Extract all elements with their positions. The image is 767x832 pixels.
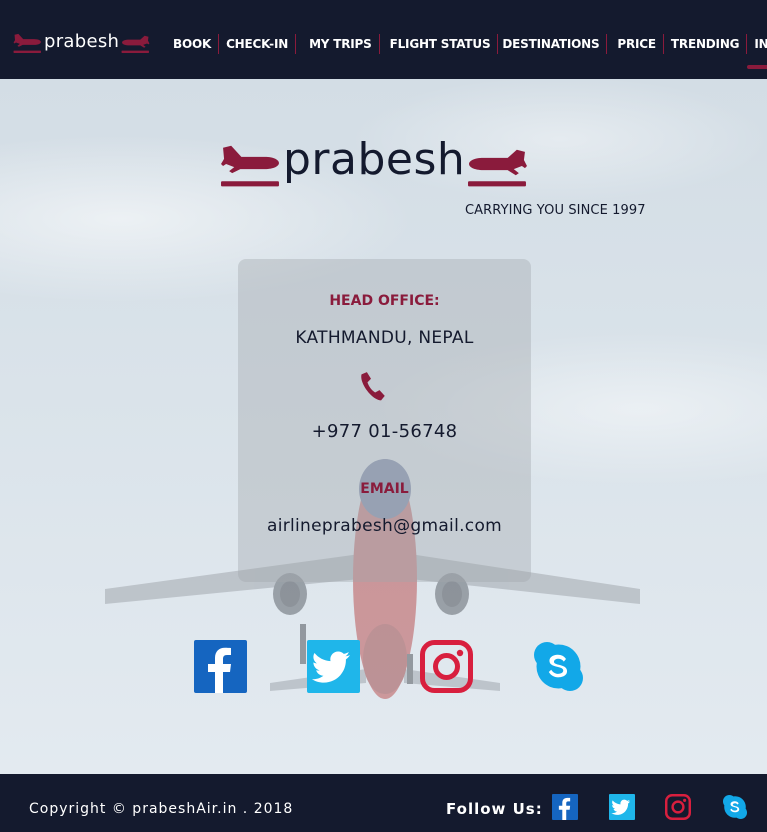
email-address[interactable]: airlineprabesh@gmail.com: [238, 516, 531, 536]
nav-logo-text: prabesh: [44, 30, 120, 52]
contact-hero: prabesh CARRYING YOU SINCE 1997 HEAD OFF…: [0, 79, 767, 774]
skype-icon[interactable]: [532, 640, 585, 693]
nav-item-destinations[interactable]: DESTINATIONS: [498, 34, 608, 54]
nav-item-trending[interactable]: TRENDING: [664, 34, 748, 54]
brand-logo: prabesh: [220, 133, 528, 189]
nav-item-my-trips[interactable]: MY TRIPS: [296, 34, 380, 54]
nav-logo[interactable]: prabesh: [12, 30, 151, 54]
copyright-text: Copyright © prabeshAir.in . 2018: [29, 801, 294, 817]
nav-item-info[interactable]: INFO: [747, 34, 767, 69]
facebook-icon[interactable]: [194, 640, 247, 693]
email-label: EMAIL: [360, 481, 409, 497]
skype-icon[interactable]: [722, 794, 748, 820]
facebook-icon[interactable]: [552, 794, 578, 820]
follow-us-label: Follow Us:: [446, 800, 543, 818]
instagram-icon[interactable]: [420, 640, 473, 693]
airplane-right-icon: [120, 30, 151, 54]
nav-item-check-in[interactable]: CHECK-IN: [219, 34, 297, 54]
head-office-label: HEAD OFFICE:: [329, 293, 440, 309]
brand-name: prabesh: [283, 133, 466, 185]
airplane-left-icon: [12, 30, 43, 54]
airplane-left-icon: [220, 137, 281, 189]
instagram-icon[interactable]: [665, 794, 691, 820]
nav-menu: BOOK CHECK-IN MY TRIPS FLIGHT STATUS DES…: [166, 34, 767, 69]
twitter-icon[interactable]: [307, 640, 360, 693]
airplane-right-icon: [467, 137, 528, 189]
head-office-address: KATHMANDU, NEPAL: [295, 328, 474, 348]
brand-tagline: CARRYING YOU SINCE 1997: [465, 203, 646, 218]
phone-number[interactable]: +977 01-56748: [238, 421, 531, 442]
nav-item-price[interactable]: PRICE: [607, 34, 664, 54]
nav-item-book[interactable]: BOOK: [166, 34, 220, 54]
phone-icon: [361, 372, 385, 401]
twitter-icon[interactable]: [609, 794, 635, 820]
footer: Copyright © prabeshAir.in . 2018 Follow …: [0, 774, 767, 832]
top-navbar: prabesh BOOK CHECK-IN MY TRIPS FLIGHT ST…: [0, 0, 767, 79]
contact-card: HEAD OFFICE: KATHMANDU, NEPAL +977 01-56…: [238, 259, 531, 582]
nav-item-flight-status[interactable]: FLIGHT STATUS: [380, 34, 499, 54]
